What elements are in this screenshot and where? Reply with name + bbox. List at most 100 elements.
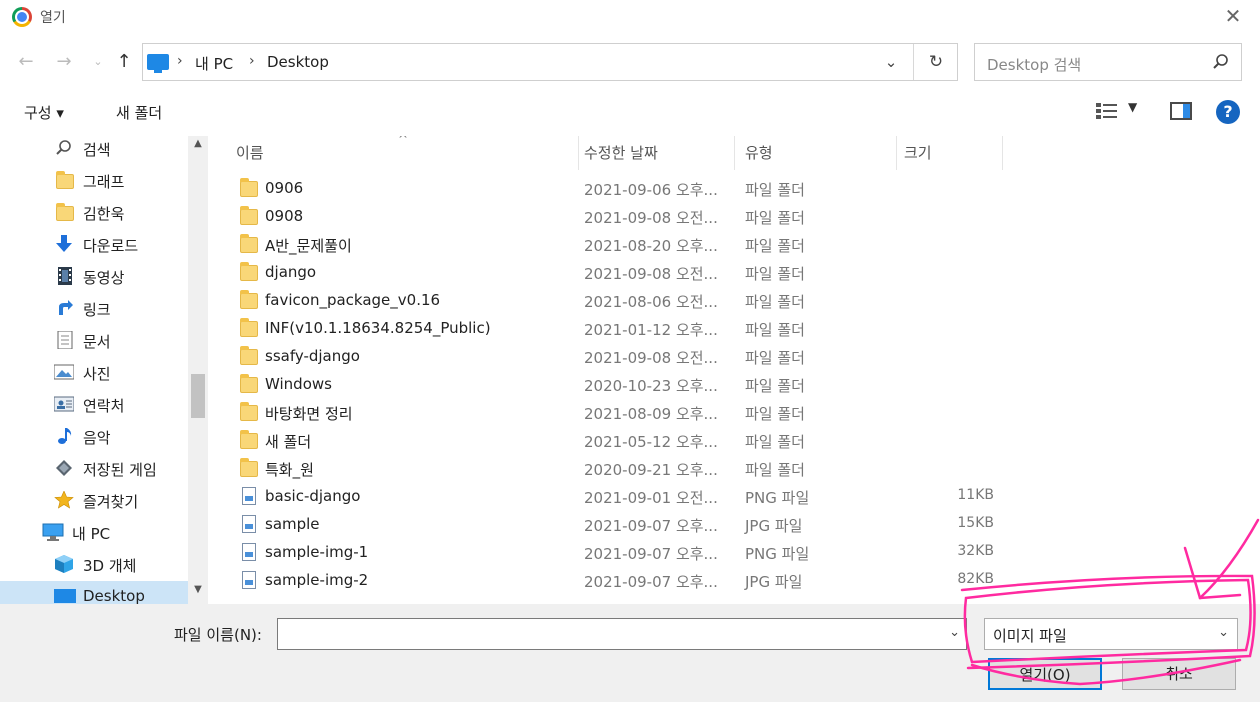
table-row[interactable]: sample-img-1 2021-09-07 오후... PNG 파일 32K…: [214, 539, 1260, 567]
table-row[interactable]: basic-django 2021-09-01 오전... PNG 파일 11K…: [214, 483, 1260, 511]
filename-input[interactable]: ⌄: [277, 618, 967, 650]
view-options-icon[interactable]: [1096, 102, 1118, 120]
sidebar-item-graph[interactable]: 그래프: [0, 165, 188, 195]
pc-icon: [147, 54, 169, 73]
sidebar-item-label: 문서: [83, 333, 111, 351]
table-row[interactable]: INF(v10.1.18634.8254_Public) 2021-01-12 …: [214, 315, 1260, 343]
open-button[interactable]: 열기(O): [988, 658, 1102, 690]
chevron-down-icon[interactable]: ⌄: [1218, 625, 1229, 640]
sidebar-item-music[interactable]: 음악: [0, 421, 188, 451]
table-row[interactable]: django 2021-09-08 오전... 파일 폴더: [214, 259, 1260, 287]
sidebar-item-search[interactable]: 검색: [0, 136, 188, 163]
column-header-size[interactable]: 크기: [904, 142, 932, 163]
folder-icon: [240, 318, 258, 337]
navigation-pane: 검색 그래프 김한욱 다운로드 동영상 링크 문서 사진 연락처 음악 저장된 …: [0, 136, 208, 604]
file-date: 2021-05-12 오후...: [584, 433, 718, 451]
file-type: 파일 폴더: [745, 237, 805, 255]
chevron-down-icon[interactable]: ⌄: [949, 625, 960, 640]
sidebar-item-videos[interactable]: 동영상: [0, 261, 188, 291]
sidebar-item-downloads[interactable]: 다운로드: [0, 229, 188, 259]
sidebar-item-desktop[interactable]: Desktop: [0, 581, 188, 604]
sidebar-item-pictures[interactable]: 사진: [0, 357, 188, 387]
sidebar-item-user-folder[interactable]: 김한욱: [0, 197, 188, 227]
folder-icon: [240, 430, 258, 449]
search-input[interactable]: Desktop 검색: [974, 43, 1242, 81]
table-row[interactable]: ssafy-django 2021-09-08 오전... 파일 폴더: [214, 343, 1260, 371]
sidebar-item-label: 3D 개체: [83, 557, 137, 575]
file-name: INF(v10.1.18634.8254_Public): [265, 319, 491, 337]
column-header-type[interactable]: 유형: [745, 142, 773, 163]
sidebar-item-contacts[interactable]: 연락처: [0, 389, 188, 419]
address-bar[interactable]: › 내 PC › Desktop ⌄ ↻: [142, 43, 958, 81]
address-history-dropdown[interactable]: ⌄: [879, 50, 903, 74]
saved-games-icon: [54, 459, 74, 477]
file-date: 2021-09-08 오전...: [584, 209, 718, 227]
column-header-name[interactable]: 이름: [236, 142, 264, 163]
scrollbar-thumb[interactable]: [191, 374, 205, 418]
table-row[interactable]: A반_문제풀이 2021-08-20 오후... 파일 폴더: [214, 231, 1260, 259]
up-button[interactable]: ↑: [112, 50, 136, 74]
new-folder-button[interactable]: 새 폴더: [116, 102, 162, 123]
sidebar-item-documents[interactable]: 문서: [0, 325, 188, 355]
breadcrumb-separator-icon: ›: [177, 53, 183, 69]
table-row[interactable]: Windows 2020-10-23 오후... 파일 폴더: [214, 371, 1260, 399]
cancel-button[interactable]: 취소: [1122, 658, 1236, 690]
table-row[interactable]: sample 2021-09-07 오후... JPG 파일 15KB: [214, 511, 1260, 539]
file-name: 특화_원: [265, 461, 314, 479]
video-icon: [56, 267, 76, 285]
file-type: 파일 폴더: [745, 181, 805, 199]
file-type: 파일 폴더: [745, 321, 805, 339]
table-row[interactable]: favicon_package_v0.16 2021-08-06 오전... 파…: [214, 287, 1260, 315]
sidebar-item-3d-objects[interactable]: 3D 개체: [0, 549, 188, 579]
file-type: 파일 폴더: [745, 433, 805, 451]
help-icon[interactable]: ?: [1216, 100, 1240, 124]
breadcrumb-desktop[interactable]: Desktop: [267, 53, 329, 71]
table-row[interactable]: 새 폴더 2021-05-12 오후... 파일 폴더: [214, 427, 1260, 455]
recent-locations-dropdown[interactable]: ⌄: [86, 50, 110, 74]
file-date: 2021-09-01 오전...: [584, 489, 718, 507]
folder-icon: [240, 262, 258, 281]
close-button[interactable]: ✕: [1216, 3, 1250, 29]
scroll-up-icon[interactable]: ▲: [188, 138, 208, 156]
folder-icon: [240, 178, 258, 197]
divider: [578, 136, 579, 170]
table-row[interactable]: 0908 2021-09-08 오전... 파일 폴더: [214, 203, 1260, 231]
column-header-date[interactable]: 수정한 날짜: [584, 142, 658, 163]
sidebar-item-saved-games[interactable]: 저장된 게임: [0, 453, 188, 483]
search-icon[interactable]: [1211, 52, 1231, 72]
breadcrumb-separator-icon: ›: [249, 53, 255, 69]
table-row[interactable]: 바탕화면 정리 2021-08-09 오후... 파일 폴더: [214, 399, 1260, 427]
sidebar-item-favorites[interactable]: 즐겨찾기: [0, 485, 188, 515]
file-date: 2021-09-06 오후...: [584, 181, 718, 199]
file-name: 새 폴더: [265, 433, 312, 451]
view-options-dropdown-icon[interactable]: ▼: [1128, 100, 1137, 114]
3d-objects-icon: [54, 555, 74, 573]
scroll-down-icon[interactable]: ▼: [188, 584, 208, 602]
file-date: 2020-10-23 오후...: [584, 377, 718, 395]
sidebar-item-links[interactable]: 링크: [0, 293, 188, 323]
breadcrumb-my-pc[interactable]: 내 PC: [195, 53, 233, 74]
sidebar-item-label: Desktop: [83, 587, 145, 604]
file-type: PNG 파일: [745, 545, 810, 563]
link-icon: [56, 299, 76, 317]
table-row[interactable]: 0906 2021-09-06 오후... 파일 폴더: [214, 175, 1260, 203]
sidebar-item-label: 저장된 게임: [83, 461, 157, 479]
table-row[interactable]: 특화_원 2020-09-21 오후... 파일 폴더: [214, 455, 1260, 483]
image-file-icon: [242, 487, 256, 505]
sidebar-item-my-pc[interactable]: 내 PC: [0, 517, 188, 547]
table-row[interactable]: sample-img-2 2021-09-07 오후... JPG 파일 82K…: [214, 567, 1260, 595]
file-date: 2021-09-08 오전...: [584, 349, 718, 367]
folder-icon: [240, 346, 258, 365]
file-type-filter-value: 이미지 파일: [993, 627, 1067, 645]
file-type-filter-select[interactable]: 이미지 파일 ⌄: [984, 618, 1238, 650]
preview-pane-icon[interactable]: [1170, 102, 1192, 120]
file-date: 2021-09-08 오전...: [584, 265, 718, 283]
sidebar-item-label: 즐겨찾기: [83, 493, 139, 511]
refresh-button[interactable]: ↻: [923, 50, 949, 74]
divider: [1002, 136, 1003, 170]
nav-pane-scrollbar[interactable]: ▲ ▼: [188, 136, 208, 604]
file-date: 2021-09-07 오후...: [584, 573, 718, 591]
organize-menu-button[interactable]: 구성 ▾: [24, 102, 64, 123]
back-button[interactable]: ←: [14, 50, 38, 74]
forward-button[interactable]: →: [52, 50, 76, 74]
